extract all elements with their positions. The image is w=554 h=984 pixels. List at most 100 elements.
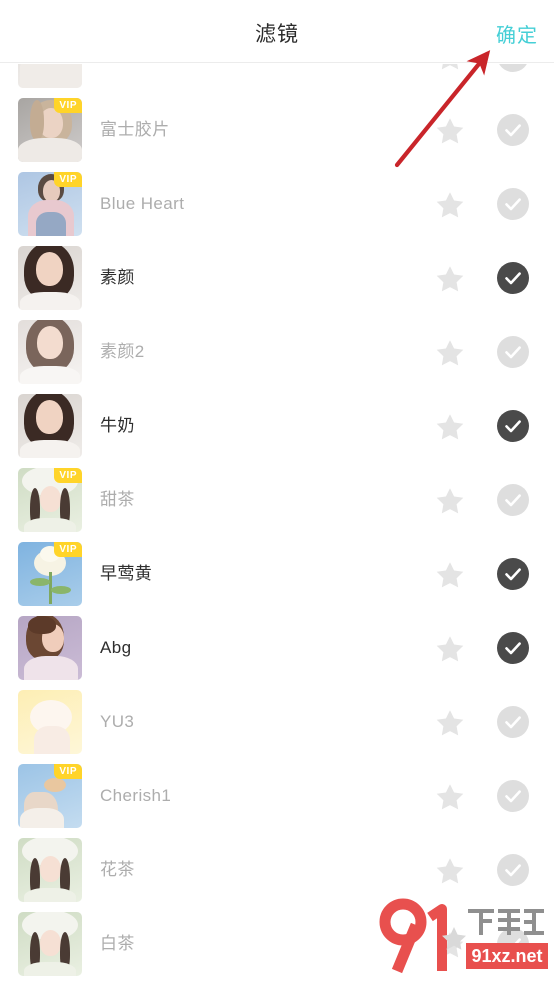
filter-list[interactable]: VIP 富士胶片 VIP Blue Heart 素颜 素颜2 牛奶 VIP 甜茶 VIP 早莺黄 Ab… — [0, 64, 554, 984]
filter-row[interactable]: Abg — [0, 611, 554, 685]
star-glyph — [436, 192, 464, 218]
filter-thumbnail[interactable] — [18, 394, 82, 458]
star-glyph — [436, 858, 464, 884]
check-icon-selected[interactable] — [497, 558, 529, 590]
check-glyph — [505, 198, 521, 211]
star-glyph — [436, 488, 464, 514]
check-glyph — [505, 642, 521, 655]
filter-thumbnail[interactable]: VIP — [18, 98, 82, 162]
filter-row[interactable]: VIP 早莺黄 — [0, 537, 554, 611]
check-icon-selected[interactable] — [497, 410, 529, 442]
star-glyph — [436, 118, 464, 144]
filter-thumbnail[interactable] — [18, 838, 82, 902]
favorite-star-icon[interactable] — [434, 854, 466, 886]
filter-thumbnail[interactable] — [18, 64, 82, 88]
filter-thumbnail[interactable] — [18, 320, 82, 384]
confirm-button[interactable]: 确定 — [496, 19, 538, 48]
thumbnail-image — [18, 912, 82, 976]
check-icon-selected[interactable] — [497, 262, 529, 294]
check-icon-unselected[interactable] — [497, 928, 529, 960]
filter-name-label: 白茶 — [100, 934, 135, 953]
favorite-star-icon[interactable] — [434, 410, 466, 442]
filter-thumbnail[interactable]: VIP — [18, 468, 82, 532]
filter-name-label: Blue Heart — [100, 194, 185, 213]
star-glyph — [441, 64, 459, 70]
thumbnail-image — [18, 64, 82, 88]
favorite-star-icon[interactable] — [434, 632, 466, 664]
filter-thumbnail[interactable] — [18, 616, 82, 680]
favorite-star-icon[interactable] — [434, 114, 466, 146]
filter-thumbnail[interactable]: VIP — [18, 542, 82, 606]
favorite-star-icon[interactable] — [434, 706, 466, 738]
check-icon-unselected[interactable] — [497, 780, 529, 812]
favorite-star-icon[interactable] — [434, 780, 466, 812]
check-glyph — [505, 494, 521, 507]
favorite-star-icon[interactable] — [434, 336, 466, 368]
filter-name-label: 素颜2 — [100, 342, 145, 361]
check-icon-unselected[interactable] — [497, 706, 529, 738]
check-glyph — [505, 790, 521, 803]
check-icon-unselected[interactable] — [497, 64, 529, 72]
filter-row[interactable]: 花茶 — [0, 833, 554, 907]
page-title: 滤镜 — [255, 23, 299, 46]
check-glyph — [505, 864, 521, 877]
filter-name-label: 早莺黄 — [100, 564, 153, 583]
favorite-star-icon[interactable] — [434, 262, 466, 294]
check-icon-unselected[interactable] — [497, 114, 529, 146]
check-glyph — [505, 938, 521, 951]
favorite-star-icon[interactable] — [434, 188, 466, 220]
check-glyph — [497, 64, 529, 72]
filter-thumbnail[interactable] — [18, 246, 82, 310]
vip-badge: VIP — [54, 764, 82, 779]
filter-name-label: Cherish1 — [100, 786, 172, 805]
check-glyph — [505, 346, 521, 359]
app-header: 滤镜 确定 — [0, 0, 554, 63]
filter-name-label: 牛奶 — [100, 416, 135, 435]
filter-picker-screen: 滤镜 确定 VIP 富士胶片 VIP Blue Heart 素颜 素颜2 牛奶 VIP 甜茶 VI… — [0, 0, 554, 984]
check-icon-unselected[interactable] — [497, 484, 529, 516]
check-glyph — [505, 124, 521, 137]
check-icon-selected[interactable] — [497, 632, 529, 664]
star-glyph — [436, 784, 464, 810]
filter-name-label: YU3 — [100, 712, 135, 731]
filter-thumbnail[interactable]: VIP — [18, 172, 82, 236]
filter-name-label: 富士胶片 — [100, 120, 170, 139]
favorite-star-icon[interactable] — [434, 928, 466, 960]
vip-badge: VIP — [54, 172, 82, 187]
filter-row[interactable] — [0, 64, 554, 93]
filter-row[interactable]: YU3 — [0, 685, 554, 759]
check-icon-unselected[interactable] — [497, 854, 529, 886]
star-glyph — [436, 414, 464, 440]
thumbnail-image — [18, 394, 82, 458]
star-glyph — [436, 340, 464, 366]
filter-row[interactable]: VIP 甜茶 — [0, 463, 554, 537]
favorite-star-icon[interactable] — [434, 558, 466, 590]
favorite-star-icon[interactable] — [434, 64, 466, 72]
check-icon-unselected[interactable] — [497, 336, 529, 368]
filter-row[interactable]: VIP Blue Heart — [0, 167, 554, 241]
filter-name-label: 素颜 — [100, 268, 135, 287]
filter-row[interactable]: 牛奶 — [0, 389, 554, 463]
filter-name-label: Abg — [100, 638, 132, 657]
filter-row[interactable]: VIP Cherish1 — [0, 759, 554, 833]
thumbnail-image — [18, 616, 82, 680]
filter-thumbnail[interactable] — [18, 690, 82, 754]
star-glyph — [436, 636, 464, 662]
check-icon-unselected[interactable] — [497, 188, 529, 220]
thumbnail-image — [18, 246, 82, 310]
check-glyph — [505, 420, 521, 433]
star-glyph — [436, 932, 464, 958]
filter-thumbnail[interactable] — [18, 912, 82, 976]
favorite-star-icon[interactable] — [434, 484, 466, 516]
star-glyph — [436, 562, 464, 588]
thumbnail-image — [18, 690, 82, 754]
vip-badge: VIP — [54, 98, 82, 113]
filter-row[interactable]: 素颜 — [0, 241, 554, 315]
filter-row[interactable]: VIP 富士胶片 — [0, 93, 554, 167]
filter-thumbnail[interactable]: VIP — [18, 764, 82, 828]
star-glyph — [436, 710, 464, 736]
filter-row[interactable]: 白茶 — [0, 907, 554, 981]
star-glyph — [436, 266, 464, 292]
vip-badge: VIP — [54, 468, 82, 483]
filter-row[interactable]: 素颜2 — [0, 315, 554, 389]
